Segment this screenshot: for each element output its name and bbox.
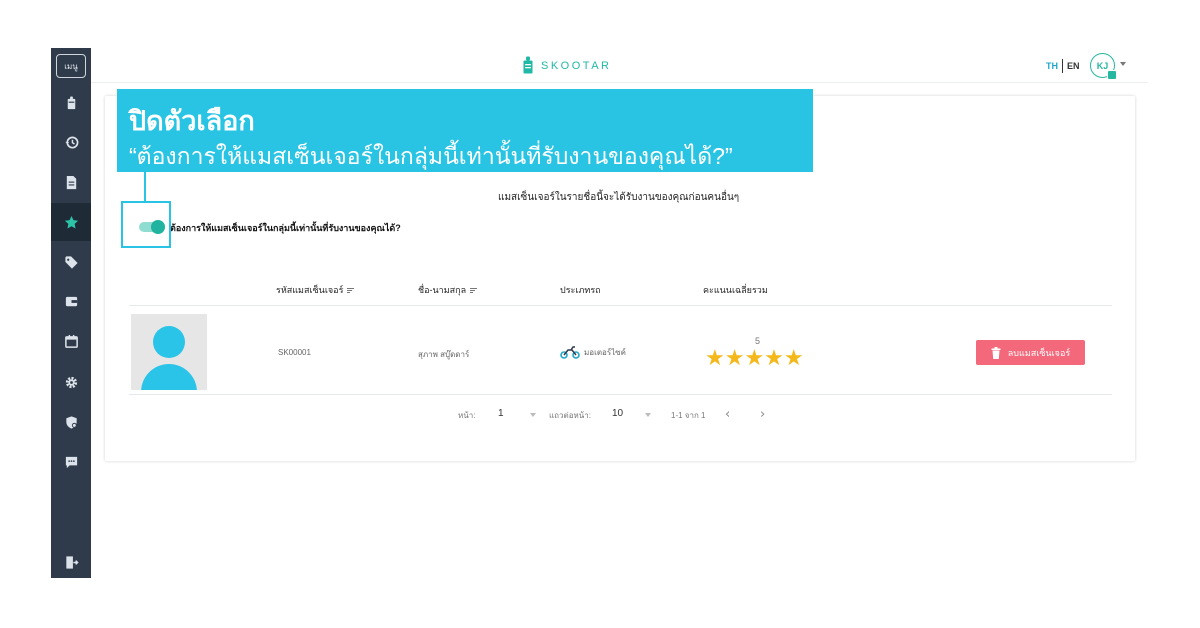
motorcycle-icon xyxy=(560,346,580,359)
document-icon xyxy=(66,175,76,189)
sort-icon xyxy=(347,287,355,293)
column-header-id[interactable]: รหัสแมสเซ็นเจอร์ xyxy=(276,283,355,297)
column-header-vehicle: ประเภทรถ xyxy=(560,283,601,297)
menu-button[interactable]: เมนู xyxy=(56,54,86,78)
lang-divider xyxy=(1062,59,1063,73)
next-page-button[interactable]: › xyxy=(760,407,765,422)
avatar-head xyxy=(153,326,185,358)
column-header-label: ชื่อ-นามสกุล xyxy=(418,285,467,295)
sidebar-item-insurance[interactable] xyxy=(51,403,91,441)
sidebar-item-home[interactable] xyxy=(51,84,91,122)
rows-per-page-label: แถวต่อหน้า: xyxy=(549,411,591,420)
rows-per-page-select[interactable]: 10 xyxy=(612,408,623,419)
user-avatar[interactable]: KJ xyxy=(1090,53,1117,80)
chevron-down-icon[interactable] xyxy=(530,413,536,417)
sort-icon xyxy=(470,287,478,293)
column-header-name[interactable]: ชื่อ-นามสกุล xyxy=(418,283,478,297)
star-icon xyxy=(64,215,78,228)
column-header-label: ประเภทรถ xyxy=(560,285,601,295)
wallet-icon xyxy=(65,296,77,306)
sidebar-item-history[interactable] xyxy=(51,123,91,161)
language-switcher: TH EN xyxy=(1046,59,1080,73)
rating-value: 5 xyxy=(755,336,761,346)
messenger-name: สุภาพ สบู๊ดดาร์ xyxy=(418,350,470,359)
brand-name: SKOOTAR xyxy=(541,59,612,72)
toggle-label: ต้องการให้แมสเซ็นเจอร์ในกลุ่มนี้เท่านั้น… xyxy=(170,223,401,233)
banner-title: ปิดตัวเลือก xyxy=(129,106,255,136)
prev-page-button[interactable]: ‹ xyxy=(725,407,730,422)
header-divider xyxy=(129,305,1112,306)
vehicle-label: มอเตอร์ไซค์ xyxy=(584,347,626,357)
avatar-initials: KJ xyxy=(1096,60,1109,71)
logout-icon xyxy=(65,555,79,569)
sidebar: เมนู xyxy=(51,48,91,578)
page-label: หน้า: xyxy=(458,411,476,420)
info-note: แมสเซ็นเจอร์ในรายชื่อนี้จะได้รับงานของคุ… xyxy=(498,192,740,203)
page-select[interactable]: 1 xyxy=(498,408,504,419)
banner-subtitle: “ต้องการให้แมสเซ็นเจอร์ในกลุ่มนี้เท่านั้… xyxy=(129,143,733,169)
column-header-rating: คะแนนเฉลี่ยรวม xyxy=(703,283,768,297)
gear-icon xyxy=(65,376,77,388)
sidebar-item-chat[interactable] xyxy=(51,443,91,481)
page-range: 1-1 จาก 1 xyxy=(671,411,706,420)
brand-logo[interactable]: SKOOTAR xyxy=(522,56,611,75)
sidebar-item-settings[interactable] xyxy=(51,363,91,401)
rating-stars: ★★★★★ xyxy=(705,346,804,371)
remove-messenger-button[interactable]: ลบแมสเซ็นเจอร์ xyxy=(976,340,1085,365)
calendar-icon xyxy=(64,334,78,348)
chevron-down-icon[interactable] xyxy=(645,413,651,417)
sidebar-item-documents[interactable] xyxy=(51,163,91,201)
column-header-label: คะแนนเฉลี่ยรวม xyxy=(703,285,768,295)
vehicle-type: มอเตอร์ไซค์ xyxy=(560,345,626,359)
shield-icon xyxy=(65,415,77,429)
tutorial-banner: ปิดตัวเลือก “ต้องการให้แมสเซ็นเจอร์ในกลุ… xyxy=(117,89,813,172)
messenger-photo xyxy=(131,314,207,390)
app-root: เมนู SKOOTAR TH EN KJ แมสเซ็นเจอร์ในรายช… xyxy=(0,0,1200,628)
chevron-down-icon[interactable] xyxy=(1120,62,1126,66)
callout-connector xyxy=(144,172,146,202)
row-divider xyxy=(129,394,1112,395)
remove-button-label: ลบแมสเซ็นเจอร์ xyxy=(1007,347,1071,358)
sidebar-item-calendar[interactable] xyxy=(51,322,91,360)
messenger-id: SK00001 xyxy=(278,348,311,357)
lang-th-option[interactable]: TH xyxy=(1046,61,1058,71)
skootar-icon xyxy=(67,95,75,109)
sidebar-item-favorites[interactable] xyxy=(51,203,91,241)
avatar-badge-icon xyxy=(1107,70,1117,80)
avatar-body xyxy=(141,364,197,390)
column-header-label: รหัสแมสเซ็นเจอร์ xyxy=(276,285,344,295)
chat-icon xyxy=(65,456,77,468)
top-bar: SKOOTAR TH EN KJ xyxy=(91,48,1148,83)
skootar-icon xyxy=(523,56,533,74)
lang-en-option[interactable]: EN xyxy=(1067,61,1080,71)
sidebar-item-logout[interactable] xyxy=(51,543,91,581)
tag-icon xyxy=(64,255,78,269)
trash-icon xyxy=(991,346,1001,359)
history-icon xyxy=(64,136,78,148)
toggle-highlight-box xyxy=(121,201,171,248)
sidebar-item-wallet[interactable] xyxy=(51,282,91,320)
sidebar-item-promotions[interactable] xyxy=(51,243,91,281)
